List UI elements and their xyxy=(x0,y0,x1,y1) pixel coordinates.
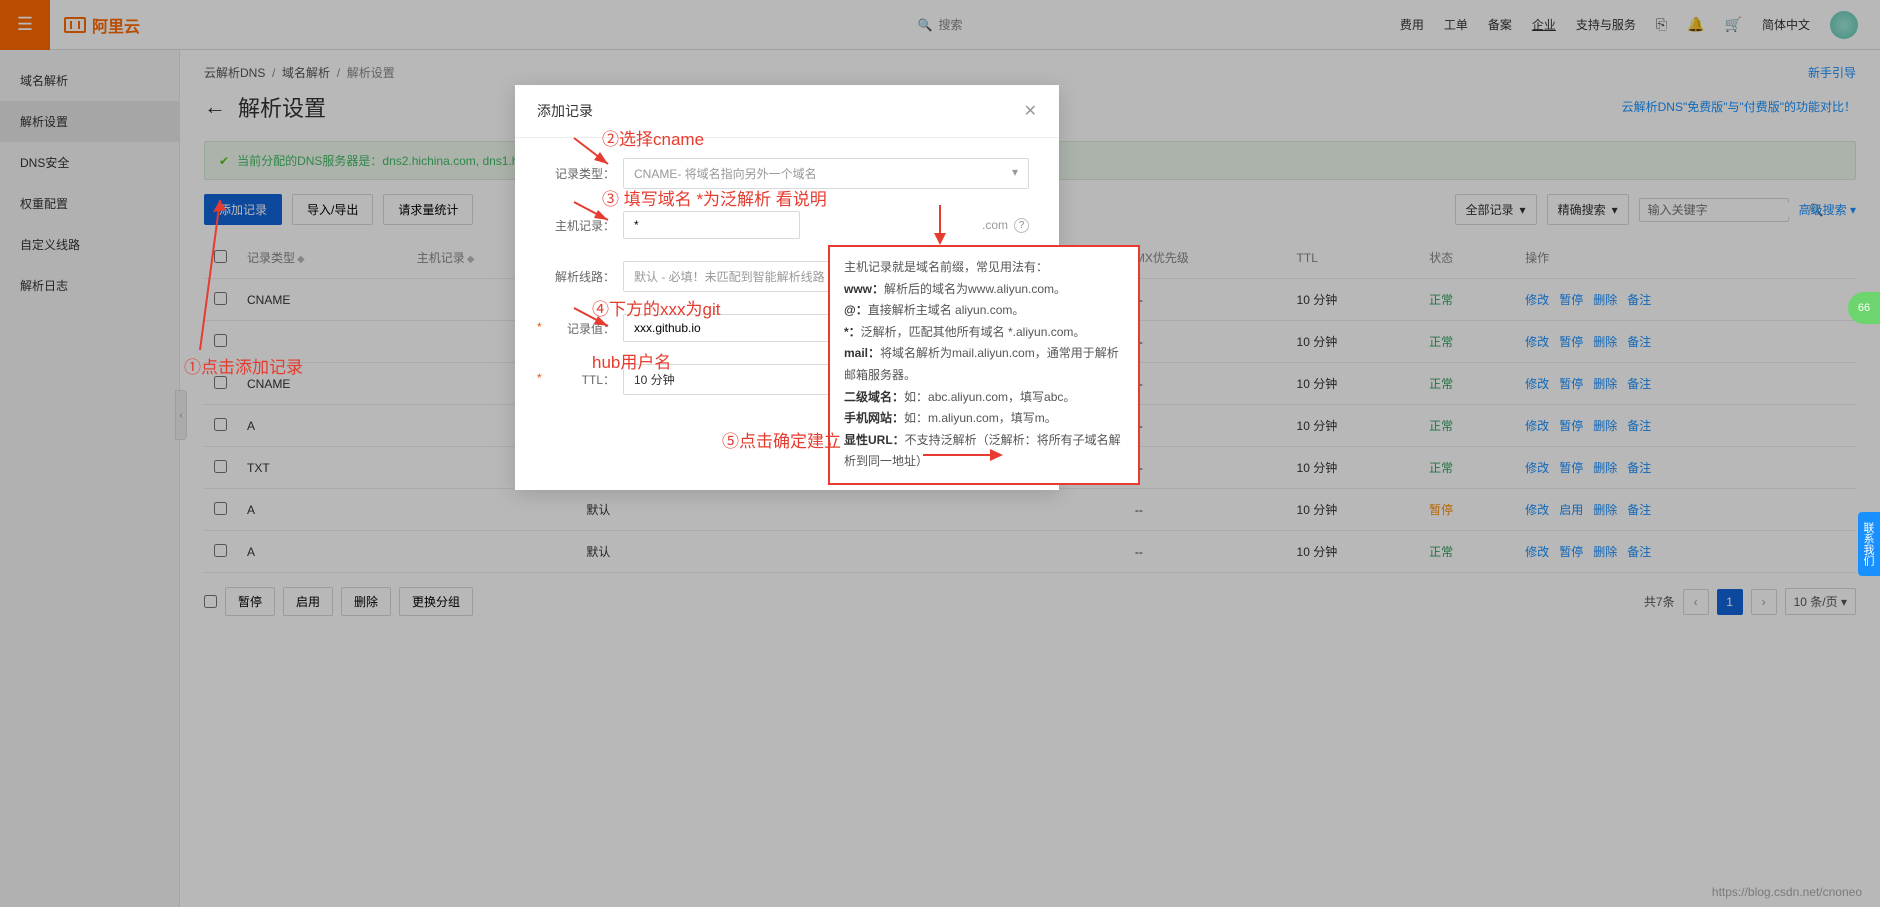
label-type: 记录类型： xyxy=(545,165,615,182)
close-icon[interactable]: ✕ xyxy=(1024,101,1037,121)
label-value: 记录值： xyxy=(545,320,615,337)
contact-tab[interactable]: 联系我们 xyxy=(1858,512,1880,576)
modal-title: 添加记录 xyxy=(537,101,593,121)
host-input[interactable] xyxy=(623,211,800,239)
label-line: 解析线路： xyxy=(545,268,615,285)
label-ttl: TTL： xyxy=(545,371,615,388)
feedback-bubble[interactable]: 66 xyxy=(1848,292,1880,324)
label-host: 主机记录： xyxy=(545,217,615,234)
chevron-down-icon: ▾ xyxy=(1012,165,1018,179)
help-icon[interactable]: ? xyxy=(1014,218,1029,233)
pop-intro: 主机记录就是域名前缀，常见用法有： xyxy=(844,257,1124,279)
host-help-popover: 主机记录就是域名前缀，常见用法有： www：解析后的域名为www.aliyun.… xyxy=(828,245,1140,485)
host-suffix: .com xyxy=(808,218,1008,232)
record-type-select[interactable]: CNAME- 将域名指向另外一个域名▾ xyxy=(623,158,1029,189)
